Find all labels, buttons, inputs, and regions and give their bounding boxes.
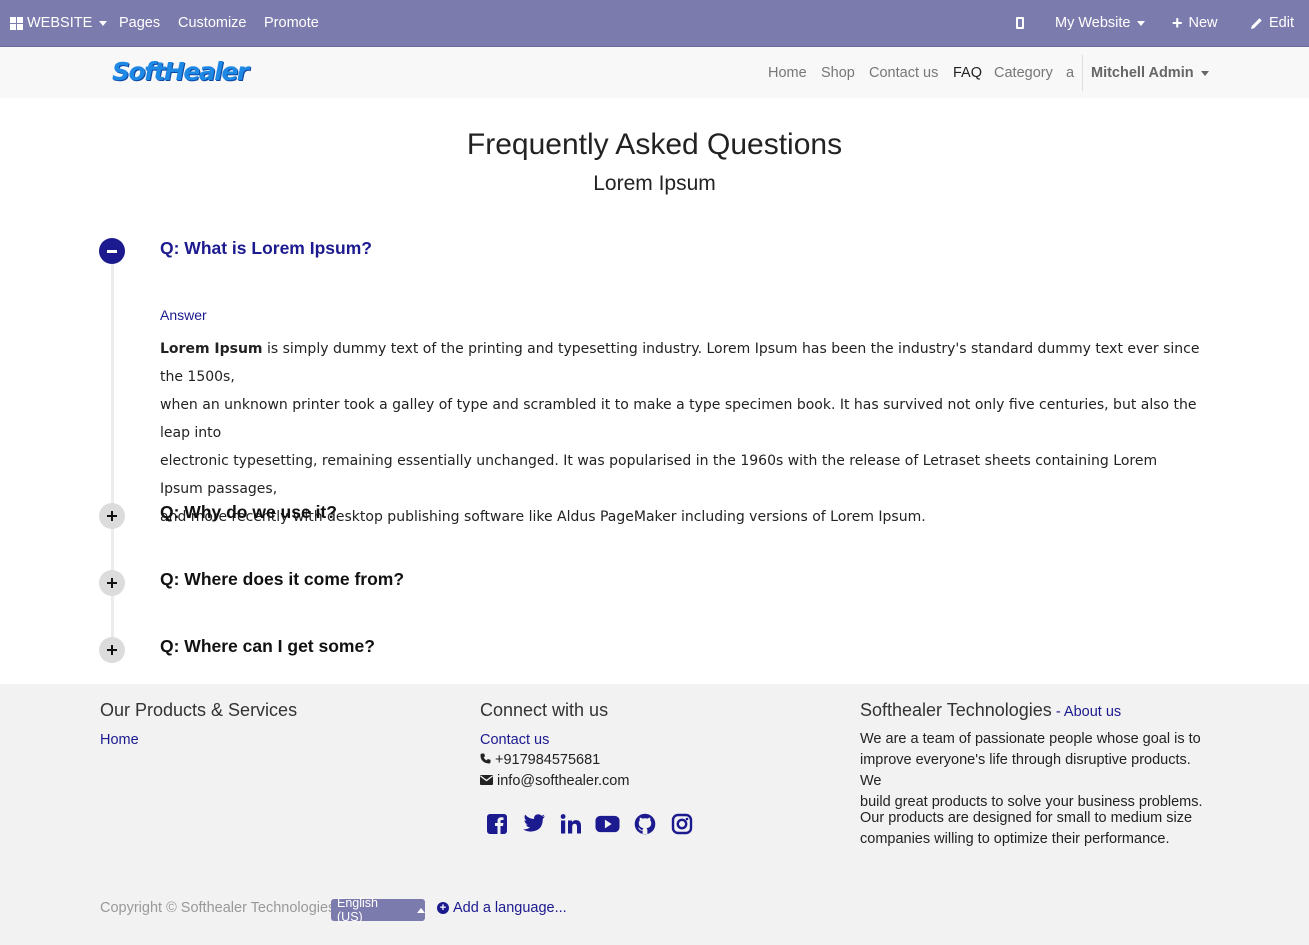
- collapse-toggle-button[interactable]: [99, 238, 125, 264]
- email-address: info@softhealer.com: [497, 773, 630, 789]
- instagram-icon[interactable]: [669, 811, 694, 836]
- pencil-icon: [1250, 17, 1263, 30]
- site-footer: Our Products & Services Home Connect wit…: [0, 684, 1309, 945]
- site-header: SoftHealer Home Shop Contact us FAQ Cate…: [0, 46, 1309, 98]
- phone-line: +917984575681: [480, 750, 600, 771]
- company-description: We are a team of passionate people whose…: [860, 729, 1210, 813]
- add-language-label: Add a language...: [453, 900, 567, 916]
- faq-question-1[interactable]: Q: What is Lorem Ipsum?: [160, 238, 372, 259]
- new-label: New: [1188, 15, 1218, 31]
- website-menu-button[interactable]: WEBSITE: [10, 0, 108, 46]
- expand-toggle-button[interactable]: [99, 637, 125, 663]
- nav-faq[interactable]: FAQ: [953, 47, 982, 99]
- chevron-down-icon: [1200, 70, 1209, 76]
- new-content-button[interactable]: + New: [1172, 0, 1218, 46]
- facebook-icon[interactable]: [484, 811, 509, 836]
- chevron-up-icon: [417, 907, 425, 913]
- chevron-down-icon: [99, 20, 108, 26]
- answer-line-3: electronic typesetting, remaining essent…: [160, 453, 1158, 497]
- envelope-icon: [480, 771, 493, 792]
- page-title: Frequently Asked Questions: [466, 128, 843, 161]
- plus-icon: +: [1172, 13, 1183, 33]
- connect-heading: Connect with us: [480, 700, 609, 720]
- minus-icon: [107, 249, 117, 253]
- twitter-icon[interactable]: [521, 811, 546, 836]
- about-separator: -: [1051, 704, 1064, 720]
- linkedin-icon[interactable]: [558, 811, 583, 836]
- description-line: We are a team of passionate people whose…: [860, 731, 1201, 747]
- about-us-link[interactable]: About us: [1064, 704, 1121, 720]
- promote-menu[interactable]: Promote: [264, 0, 319, 46]
- website-switcher-label: My Website: [1055, 15, 1131, 31]
- chevron-down-icon: [1137, 20, 1146, 26]
- phone-icon: [480, 750, 491, 771]
- nav-shop[interactable]: Shop: [821, 47, 855, 99]
- faq-question-4[interactable]: Q: Where can I get some?: [160, 636, 375, 657]
- footer-contact-link[interactable]: Contact us: [480, 732, 549, 748]
- user-menu[interactable]: Mitchell Admin: [1091, 47, 1209, 99]
- company-products-note: Our products are designed for small to m…: [860, 808, 1210, 850]
- faq-question-2[interactable]: Q: Why do we use it?: [160, 502, 337, 523]
- customize-menu[interactable]: Customize: [178, 0, 247, 46]
- faq-timeline: [111, 262, 114, 662]
- website-switcher[interactable]: My Website: [1055, 0, 1146, 46]
- answer-bold-term: Lorem Ipsum: [160, 341, 263, 357]
- description-line: companies willing to optimize their perf…: [860, 831, 1170, 847]
- footer-home-link[interactable]: Home: [100, 732, 139, 748]
- email-line: info@softhealer.com: [480, 771, 629, 792]
- plus-circle-icon: +: [437, 902, 449, 914]
- youtube-icon[interactable]: [595, 811, 620, 836]
- products-heading: Our Products & Services: [100, 700, 298, 720]
- nav-divider: [1082, 55, 1083, 91]
- admin-navbar: WEBSITE Pages Customize Promote My Websi…: [0, 0, 1309, 46]
- plus-icon: [107, 578, 117, 588]
- nav-category[interactable]: Category: [994, 47, 1053, 99]
- language-selector[interactable]: English (US): [331, 896, 425, 924]
- company-heading: Softhealer Technologies - About us: [860, 700, 1121, 721]
- website-menu-label: WEBSITE: [27, 15, 93, 31]
- social-links: [484, 811, 694, 836]
- add-language-link[interactable]: + Add a language...: [437, 900, 567, 916]
- expand-toggle-button[interactable]: [99, 570, 125, 596]
- user-name: Mitchell Admin: [1091, 65, 1194, 81]
- edit-button[interactable]: Edit: [1250, 0, 1294, 46]
- plus-icon: [107, 645, 117, 655]
- description-line: Our products are designed for small to m…: [860, 810, 1193, 826]
- answer-line-1-text: is simply dummy text of the printing and…: [160, 341, 1200, 385]
- edit-label: Edit: [1269, 15, 1294, 31]
- nav-home[interactable]: Home: [768, 47, 807, 99]
- phone-number: +917984575681: [495, 752, 601, 768]
- softhealer-logo[interactable]: SoftHealer: [112, 57, 249, 86]
- expand-toggle-button[interactable]: [99, 503, 125, 529]
- answer-line-2: when an unknown printer took a galley of…: [160, 397, 1197, 441]
- answer-label: Answer: [160, 307, 207, 323]
- nav-contact-us[interactable]: Contact us: [869, 47, 938, 99]
- nav-a[interactable]: a: [1066, 47, 1074, 99]
- language-label: English (US): [337, 896, 378, 924]
- answer-line-1: Lorem Ipsum is simply dummy text of the …: [160, 335, 1200, 391]
- mobile-icon: [1016, 17, 1024, 29]
- apps-grid-icon: [10, 16, 23, 30]
- company-name: Softhealer Technologies: [860, 700, 1052, 720]
- description-line: improve everyone's life through disrupti…: [860, 752, 1191, 789]
- pages-menu[interactable]: Pages: [119, 0, 160, 46]
- copyright-text: Copyright © Softhealer Technologies: [100, 900, 336, 916]
- faq-question-3[interactable]: Q: Where does it come from?: [160, 569, 404, 590]
- page-subtitle: Lorem Ipsum: [593, 172, 716, 195]
- plus-icon: [107, 511, 117, 521]
- mobile-preview-button[interactable]: [1016, 0, 1024, 46]
- github-icon[interactable]: [632, 811, 657, 836]
